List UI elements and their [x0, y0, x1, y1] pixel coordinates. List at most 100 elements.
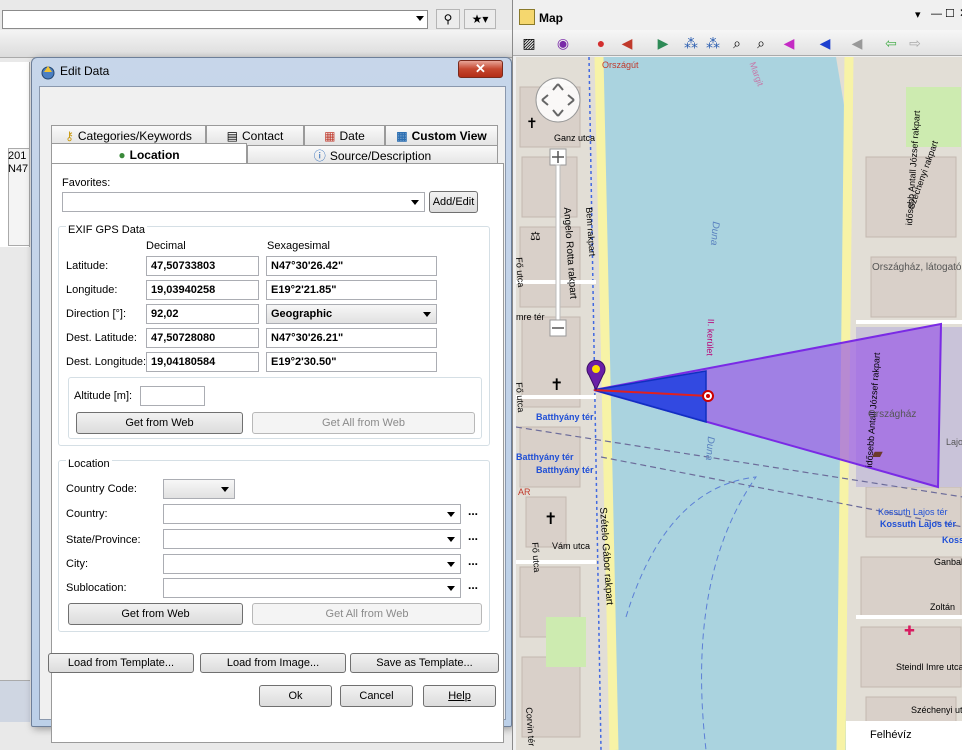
folder-star-icon[interactable]: ★▾ [464, 9, 496, 29]
exif-group-label: EXIF GPS Data [66, 224, 148, 236]
dest-latitude-sexagesimal-input[interactable]: N47°30'26.21" [266, 328, 437, 348]
background-cell-line2: N47 [8, 163, 29, 175]
direction-input[interactable]: 92,02 [146, 304, 259, 324]
ok-button[interactable]: Ok [259, 685, 332, 707]
grey-arrow-icon[interactable]: ◀ [847, 33, 867, 53]
map-label-batthyany-ter-3: Batthyány tér [536, 465, 594, 475]
country-more-button[interactable]: ... [468, 504, 478, 518]
country-combo[interactable] [163, 504, 461, 524]
maximize-icon[interactable]: ☐ [945, 7, 955, 20]
map-label-kerulet: II. kerület [704, 318, 716, 356]
add-edit-button[interactable]: Add/Edit [429, 191, 478, 213]
sublocation-more-button[interactable]: ... [468, 578, 478, 592]
map-type-icon[interactable]: ▨ [519, 33, 539, 53]
map-label-szechenyi-utca: Széchenyi utca [911, 705, 962, 715]
country-code-label: Country Code: [66, 483, 137, 495]
tab-label: Custom View [411, 128, 487, 143]
map-canvas[interactable] [516, 57, 962, 750]
load-from-template-button[interactable]: Load from Template... [48, 653, 194, 673]
location-get-from-web-button[interactable]: Get from Web [68, 603, 243, 625]
location-pin-icon[interactable]: ◉ [553, 33, 573, 53]
blue-arrow-icon[interactable]: ◀ [815, 33, 835, 53]
map-label-ganbal: Ganbal [934, 557, 962, 567]
map-label-kossuth-ter-2: Kossuth Lajos tér [880, 519, 957, 529]
get-all-from-web-button[interactable]: Get All from Web [252, 412, 475, 434]
save-as-template-button[interactable]: Save as Template... [350, 653, 499, 673]
state-more-button[interactable]: ... [468, 529, 478, 543]
tab-contact[interactable]: ▤ Contact [206, 125, 304, 145]
latitude-label: Latitude: [66, 260, 109, 272]
dest-latitude-label: Dest. Latitude: [66, 332, 137, 344]
dialog-body: ⚷ Categories/Keywords ▤ Contact ▦ Date ▦ Cus… [39, 86, 506, 743]
decimal-header: Decimal [146, 240, 186, 252]
sublocation-combo[interactable] [163, 578, 461, 598]
direction-reference-select[interactable]: Geographic [266, 304, 437, 324]
tab-date[interactable]: ▦ Date [304, 125, 385, 145]
people-search-icon[interactable]: ⁂ [703, 33, 723, 53]
favorites-combo[interactable] [62, 192, 425, 212]
map-label-mre-ter: mre tér [516, 312, 545, 322]
map-title: Map [539, 11, 563, 25]
close-button[interactable]: ✕ [458, 60, 503, 78]
map-label-lajos: Lajos [946, 437, 962, 447]
back-arrow-icon[interactable]: ⇦ [881, 33, 901, 53]
tab-custom-view[interactable]: ▦ Custom View [385, 125, 498, 145]
longitude-decimal-input[interactable]: 19,03940258 [146, 280, 259, 300]
map-label-duna: Duna [707, 221, 721, 246]
background-toolbar [0, 30, 512, 58]
table-icon: ▦ [396, 128, 408, 143]
city-more-button[interactable]: ... [468, 554, 478, 568]
tab-label: Location [129, 147, 180, 162]
binoculars-icon[interactable]: ⚲ [436, 9, 460, 29]
background-cell-line1: 201 [8, 150, 27, 162]
dialog-title: Edit Data [60, 64, 110, 78]
forward-arrow-icon[interactable]: ⇨ [905, 33, 925, 53]
info-icon: ⓘ [313, 149, 326, 163]
map-toolbar: ▨ ◉ ● ◀ ▶ ⁂ ⁂ ⌕ ⌕ ◀ ◀ ◀ ⇦ ⇨ [513, 30, 962, 56]
altitude-input[interactable] [140, 386, 205, 406]
map-label-batthyany-ter: Batthyány tér [536, 412, 594, 422]
city-combo[interactable] [163, 554, 461, 574]
tab-location[interactable]: ● Location [51, 143, 247, 165]
cancel-button[interactable]: Cancel [340, 685, 413, 707]
tab-label: Source/Description [329, 148, 432, 163]
dest-longitude-decimal-input[interactable]: 19,04180584 [146, 352, 259, 372]
search-icon[interactable]: ⌕ [751, 33, 771, 53]
country-code-select[interactable] [163, 479, 235, 499]
latitude-sexagesimal-input[interactable]: N47°30'26.42" [266, 256, 437, 276]
globe-pin-icon [41, 66, 55, 80]
latitude-decimal-input[interactable]: 47,50733803 [146, 256, 259, 276]
map-view[interactable]: Országút Margit Ganz utca Angelo Rotta r… [516, 57, 962, 750]
longitude-sexagesimal-input[interactable]: E19°2'21.85" [266, 280, 437, 300]
location-get-all-from-web-button[interactable]: Get All from Web [252, 603, 482, 625]
magenta-arrow-icon[interactable]: ◀ [779, 33, 799, 53]
dest-latitude-decimal-input[interactable]: 47,50728080 [146, 328, 259, 348]
map-window: Map ▾ — ☐ ✕ ▨ ◉ ● ◀ ▶ ⁂ ⁂ ⌕ ⌕ ◀ ◀ ◀ ⇦ ⇨ [512, 0, 962, 750]
pin-left-icon[interactable]: ◀ [617, 33, 637, 53]
state-combo[interactable] [163, 529, 461, 549]
map-menu-icon[interactable]: ▾ [915, 8, 921, 21]
load-from-image-button[interactable]: Load from Image... [200, 653, 346, 673]
location-group-label: Location [66, 458, 112, 470]
tab-categories-keywords[interactable]: ⚷ Categories/Keywords [51, 125, 206, 145]
pin-right-icon[interactable]: ▶ [653, 33, 673, 53]
red-pin-icon[interactable]: ● [591, 33, 611, 53]
background-combo[interactable] [2, 10, 428, 29]
tab-source-description[interactable]: ⓘ Source/Description [247, 145, 498, 165]
map-label-fo-utca-3: Fő utca [530, 542, 543, 573]
dest-longitude-sexagesimal-input[interactable]: E19°2'30.50" [266, 352, 437, 372]
tab-label: Categories/Keywords [77, 128, 192, 143]
city-label: City: [66, 558, 88, 570]
background-bottom [0, 680, 30, 722]
map-label-ganz-utca: Ganz utca [554, 133, 596, 143]
people-icon[interactable]: ⁂ [681, 33, 701, 53]
minimize-icon[interactable]: — [931, 8, 942, 20]
map-label-kossuth-ter: Kossuth Lajos tér [878, 507, 948, 517]
globe-icon: ● [118, 147, 126, 162]
map-label-batthyany-ter-2: Batthyány tér [516, 452, 574, 462]
help-button[interactable]: Help [423, 685, 496, 707]
favorites-label: Favorites: [62, 177, 111, 189]
get-from-web-button[interactable]: Get from Web [76, 412, 243, 434]
map-label-koss: Koss [942, 535, 962, 545]
zoom-selection-icon[interactable]: ⌕ [727, 33, 747, 53]
